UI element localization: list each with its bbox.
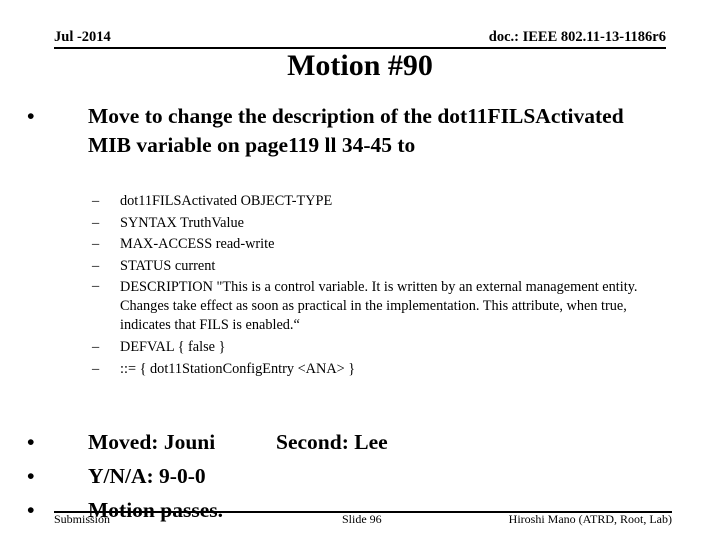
- list-item: – dot11FILSActivated OBJECT-TYPE: [92, 191, 665, 213]
- list-item-text: SYNTAX TruthValue: [120, 214, 244, 231]
- slide-title: Motion #90: [287, 49, 433, 82]
- dash-icon: –: [92, 193, 100, 209]
- vote-count: Y/N/A: 9-0-0: [88, 464, 206, 488]
- vote-line: • Y/N/A: 9-0-0: [27, 459, 223, 493]
- mib-definition-list: – dot11FILSActivated OBJECT-TYPE – SYNTA…: [92, 191, 665, 381]
- list-item-text: DEFVAL { false }: [120, 339, 226, 355]
- list-item: – SYNTAX TruthValue: [92, 213, 665, 235]
- main-bullet: • Move to change the description of the …: [27, 102, 668, 160]
- list-item: – MAX-ACCESS read-write: [92, 234, 665, 256]
- moved-line: • Moved: Jouni Second: Lee: [27, 425, 388, 459]
- header-date: Jul -2014: [54, 29, 111, 45]
- bullet-icon: •: [27, 464, 35, 488]
- list-item: – ::= { dot11StationConfigEntry <ANA> }: [92, 359, 665, 381]
- dash-icon: –: [92, 236, 100, 252]
- list-item: – DESCRIPTION "This is a control variabl…: [92, 277, 665, 337]
- dash-icon: –: [92, 214, 100, 231]
- list-item: – STATUS current: [92, 256, 665, 278]
- footer-slide-number: Slide 96: [342, 512, 382, 526]
- moved-by: Moved: Jouni: [88, 430, 216, 454]
- dash-icon: –: [92, 257, 100, 274]
- dash-icon: –: [92, 278, 100, 294]
- bullet-icon: •: [27, 498, 35, 522]
- footer-author: Hiroshi Mano (ATRD, Root, Lab): [508, 512, 672, 526]
- header-doc-id: doc.: IEEE 802.11-13-1186r6: [488, 29, 666, 45]
- list-item-text: ::= { dot11StationConfigEntry <ANA> }: [120, 360, 356, 377]
- dash-icon: –: [92, 360, 100, 377]
- list-item-text: dot11FILSActivated OBJECT-TYPE: [120, 193, 333, 209]
- footer-submission: Submission: [54, 512, 111, 526]
- list-item-text: DESCRIPTION "This is a control variable.…: [120, 279, 638, 333]
- bullet-icon: •: [27, 104, 35, 128]
- dash-icon: –: [92, 339, 100, 355]
- bullet-icon: •: [27, 430, 35, 454]
- list-item-text: MAX-ACCESS read-write: [120, 236, 275, 252]
- main-bullet-text: Move to change the description of the do…: [88, 104, 624, 157]
- list-item: – DEFVAL { false }: [92, 337, 665, 359]
- seconded-by: Second: Lee: [276, 430, 388, 454]
- list-item-text: STATUS current: [120, 257, 216, 274]
